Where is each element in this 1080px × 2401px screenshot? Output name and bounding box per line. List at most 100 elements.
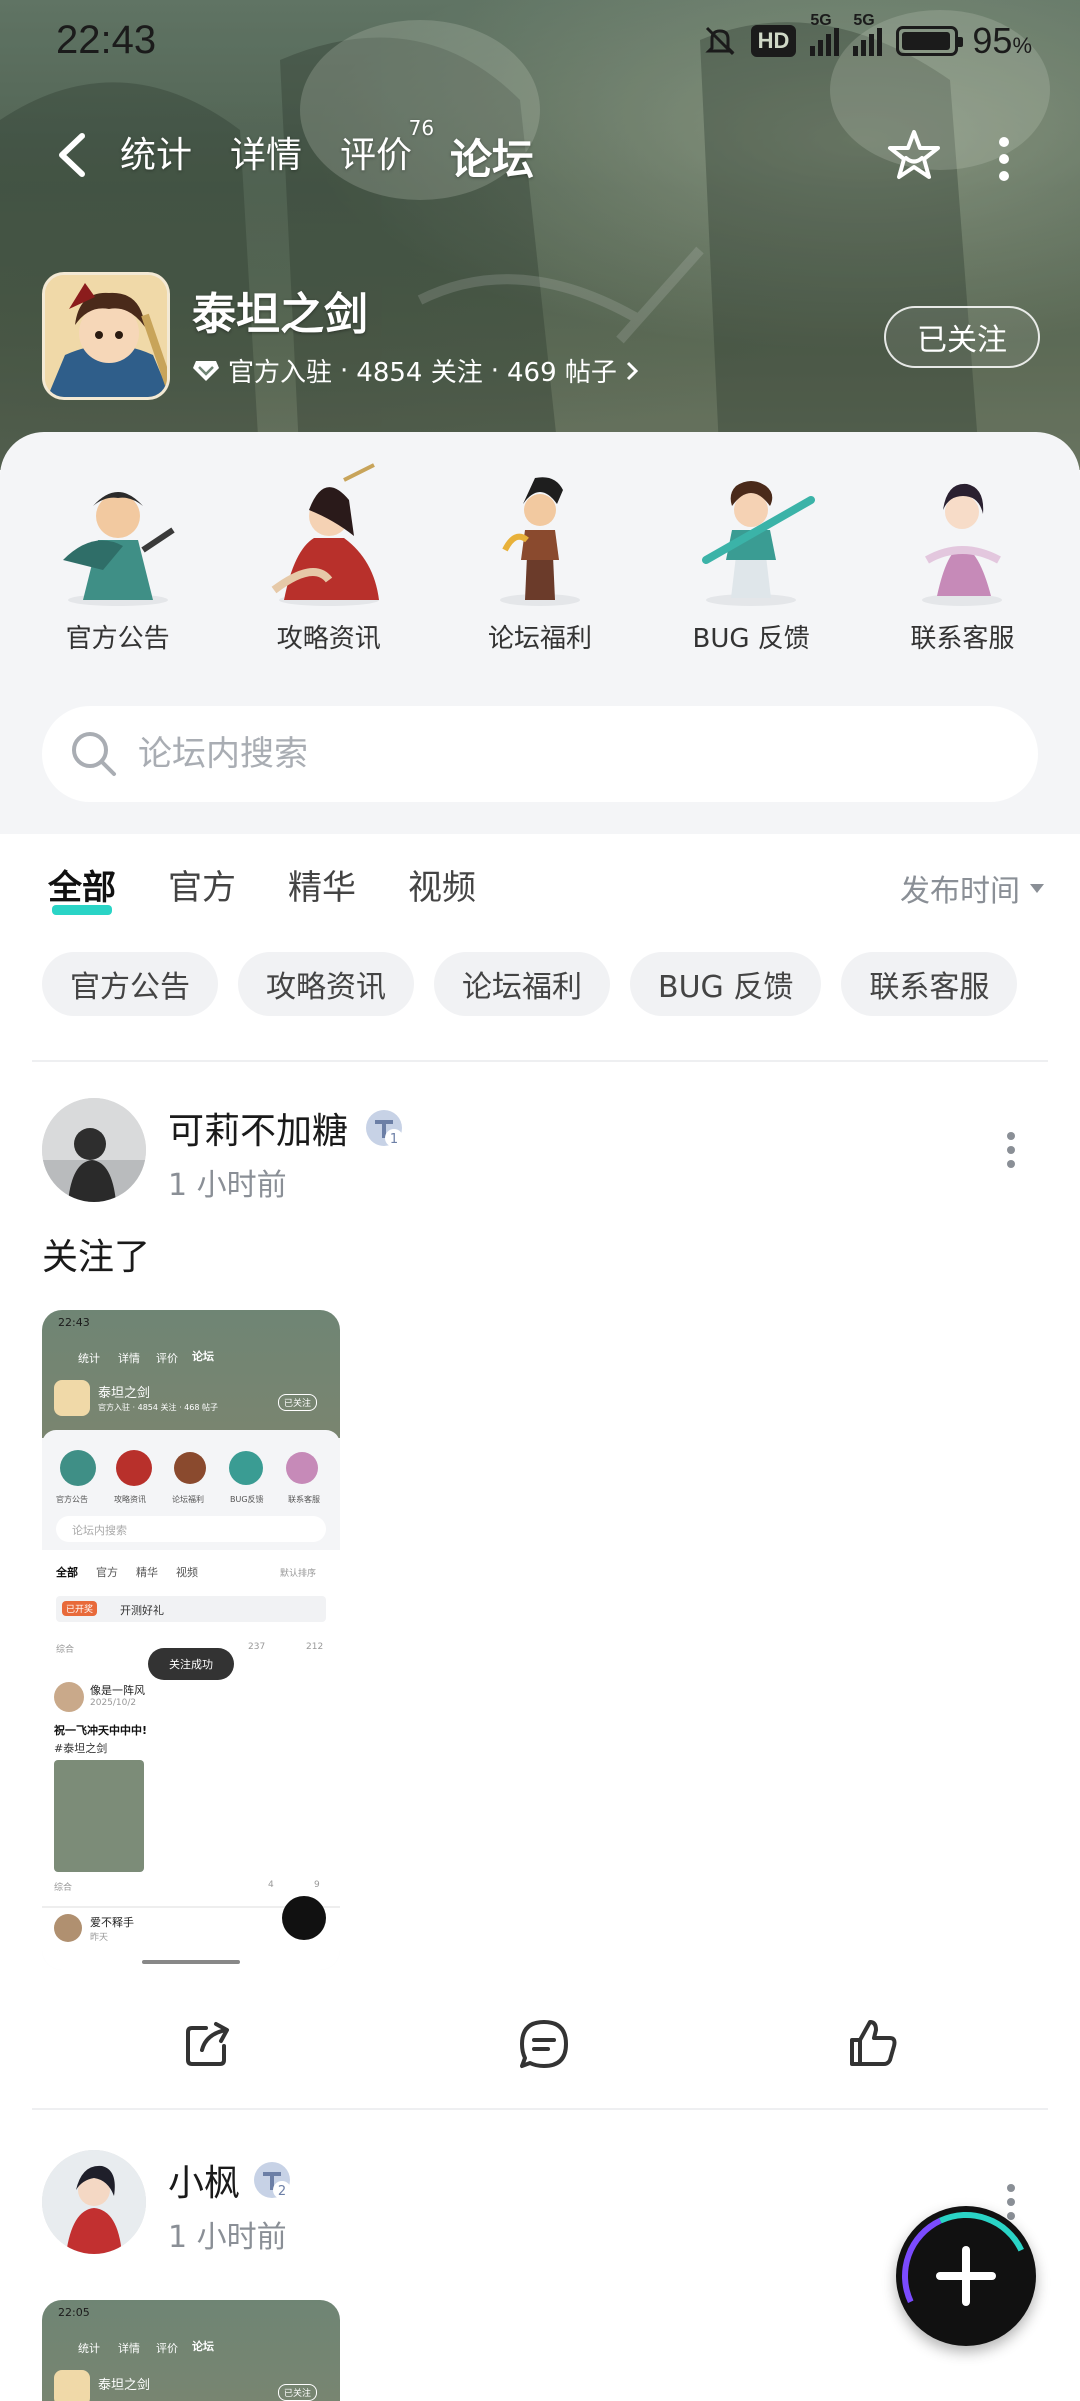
mini-like-count: 212	[306, 1642, 324, 1652]
category-bug-report[interactable]: BUG 反馈	[651, 460, 851, 670]
star-icon[interactable]	[884, 126, 944, 186]
mini-fab	[282, 1896, 326, 1940]
mini-pinned-tag: 已开奖	[62, 1601, 98, 1616]
filter-tab-all[interactable]: 全部	[48, 860, 116, 915]
mini-post-date: 2025/10/2	[90, 1698, 137, 1708]
mini-post-tag: #泰坦之剑	[54, 1742, 108, 1755]
mini-category-art	[60, 1450, 318, 1486]
category-guides[interactable]: 攻略资讯	[229, 460, 429, 670]
mini-sort: 默认排序	[280, 1569, 317, 1579]
level-badge-icon: 2	[254, 2162, 291, 2199]
mini-follow: 已关注	[278, 1394, 318, 1411]
sort-dropdown[interactable]: 发布时间	[900, 866, 1044, 910]
caret-down-icon	[1030, 883, 1044, 893]
chip-bug-report[interactable]: BUG 反馈	[630, 952, 822, 1016]
mini-tab: 论坛	[192, 2340, 214, 2353]
forum-search[interactable]	[42, 706, 1038, 802]
character-icon	[499, 477, 580, 606]
category-support[interactable]: 联系客服	[862, 460, 1062, 670]
follow-button[interactable]: 已关注	[884, 306, 1040, 368]
mini-game-meta: 官方入驻 · 4854 关注 · 468 帖子	[98, 1403, 218, 1412]
post-author[interactable]: 可莉不加糖	[168, 1102, 348, 1154]
status-icons: HD 5G 5G 95%	[703, 12, 1032, 62]
top-nav: 统计 详情 评价 76 论坛	[0, 110, 1080, 200]
mini-time: 22:05	[58, 2306, 90, 2319]
game-meta: 官方入驻 · 4854 关注 · 469 帖子	[192, 352, 639, 389]
more-icon[interactable]	[1006, 1130, 1016, 1170]
avatar[interactable]	[42, 1098, 146, 1202]
avatar-image	[42, 2150, 146, 2254]
mini-tab: 评价	[156, 1352, 178, 1365]
mini-cat: 联系客服	[288, 1495, 320, 1504]
category-label: 攻略资讯	[276, 624, 381, 654]
mini-ftab: 视频	[176, 1566, 198, 1579]
network-label: 5G	[853, 12, 875, 29]
chip-support[interactable]: 联系客服	[841, 952, 1018, 1016]
meta-separator: ·	[490, 355, 499, 386]
filter-tab-video[interactable]: 视频	[408, 860, 476, 909]
post-time: 1 小时前	[168, 1168, 287, 1203]
post-image[interactable]: 22:05 统计 详情 评价 论坛 泰坦之剑 已关注	[42, 2300, 340, 2401]
mini-time: 22:43	[58, 1316, 90, 1329]
mute-bell-icon	[704, 26, 735, 56]
network-label: 5G	[810, 12, 832, 29]
more-icon[interactable]	[996, 134, 1012, 184]
tab-reviews[interactable]: 评价 76	[340, 116, 434, 187]
category-label: BUG 反馈	[692, 624, 810, 654]
diamond-icon	[193, 360, 219, 381]
mini-post-image	[54, 1760, 144, 1872]
more-icon[interactable]	[1006, 2182, 1016, 2222]
level-number: 1	[390, 1132, 398, 1147]
chip-announcements[interactable]: 官方公告	[42, 952, 218, 1016]
mini-game-name: 泰坦之剑	[98, 1386, 151, 1401]
mini-cat: 官方公告	[56, 1495, 88, 1504]
mini-search-text: 论坛内搜索	[72, 1524, 127, 1537]
game-icon[interactable]	[42, 272, 170, 400]
tab-forum[interactable]: 论坛	[448, 126, 537, 191]
chevron-right-icon	[626, 361, 639, 380]
status-bar: 22:43 HD 5G 5G 95%	[0, 0, 1080, 90]
mini-tab: 统计	[78, 2342, 100, 2355]
game-info: 泰坦之剑 官方入驻 · 4854 关注 · 469 帖子 已关注	[42, 272, 1042, 402]
chip-welfare[interactable]: 论坛福利	[434, 952, 610, 1016]
mini-post-author: 像是一阵风	[90, 1684, 145, 1697]
level-badge-icon: 1	[366, 1110, 403, 1147]
category-chips: 官方公告 攻略资讯 论坛福利 BUG 反馈 联系客服	[42, 952, 1018, 1016]
new-post-button[interactable]	[896, 2206, 1036, 2346]
mini-banner	[42, 1310, 340, 1438]
review-count: 76	[408, 116, 435, 140]
mini-ftab: 精华	[136, 1566, 158, 1579]
tab-details[interactable]: 详情	[230, 126, 302, 187]
filter-tab-official[interactable]: 官方	[168, 860, 236, 909]
post-text: 关注了	[42, 1237, 151, 1278]
post-actions	[0, 2010, 1080, 2080]
mini-cat: 论坛福利	[172, 1495, 204, 1504]
category-announcements[interactable]: 官方公告	[18, 460, 218, 670]
post-count[interactable]: 469 帖子	[507, 352, 617, 389]
mini-tab: 详情	[118, 2342, 140, 2355]
mini-tab: 统计	[78, 1352, 100, 1365]
mini-home-indicator	[142, 1960, 240, 1964]
character-icon	[62, 492, 175, 606]
mini-comment-count: 237	[248, 1642, 266, 1652]
plus-icon	[936, 2246, 996, 2306]
category-welfare[interactable]: 论坛福利	[440, 460, 640, 670]
comment-icon[interactable]	[516, 2016, 572, 2072]
search-input[interactable]	[138, 734, 938, 774]
back-icon[interactable]	[52, 132, 92, 178]
like-icon[interactable]	[844, 2016, 900, 2072]
share-icon[interactable]	[180, 2016, 236, 2072]
follower-count: 4854 关注	[356, 358, 483, 388]
filter-tab-featured[interactable]: 精华	[288, 860, 356, 909]
tab-stats[interactable]: 统计	[120, 126, 192, 187]
chip-guides[interactable]: 攻略资讯	[238, 952, 414, 1016]
top-tabs: 统计 详情 评价 76 论坛	[120, 116, 537, 191]
avatar[interactable]	[42, 2150, 146, 2254]
post-image[interactable]: 22:43 统计 详情 评价 论坛 泰坦之剑 官方入驻 · 4854 关注 · …	[42, 1310, 340, 1970]
meta-separator: ·	[340, 355, 349, 386]
mini-comment-count: 4	[268, 1880, 274, 1890]
status-time: 22:43	[56, 18, 157, 62]
post-author[interactable]: 小枫	[168, 2154, 240, 2206]
category-row: 官方公告 攻略资讯 论坛福利 BUG 反馈 联系客服	[0, 460, 1080, 670]
mini-ftab: 全部	[56, 1566, 78, 1579]
